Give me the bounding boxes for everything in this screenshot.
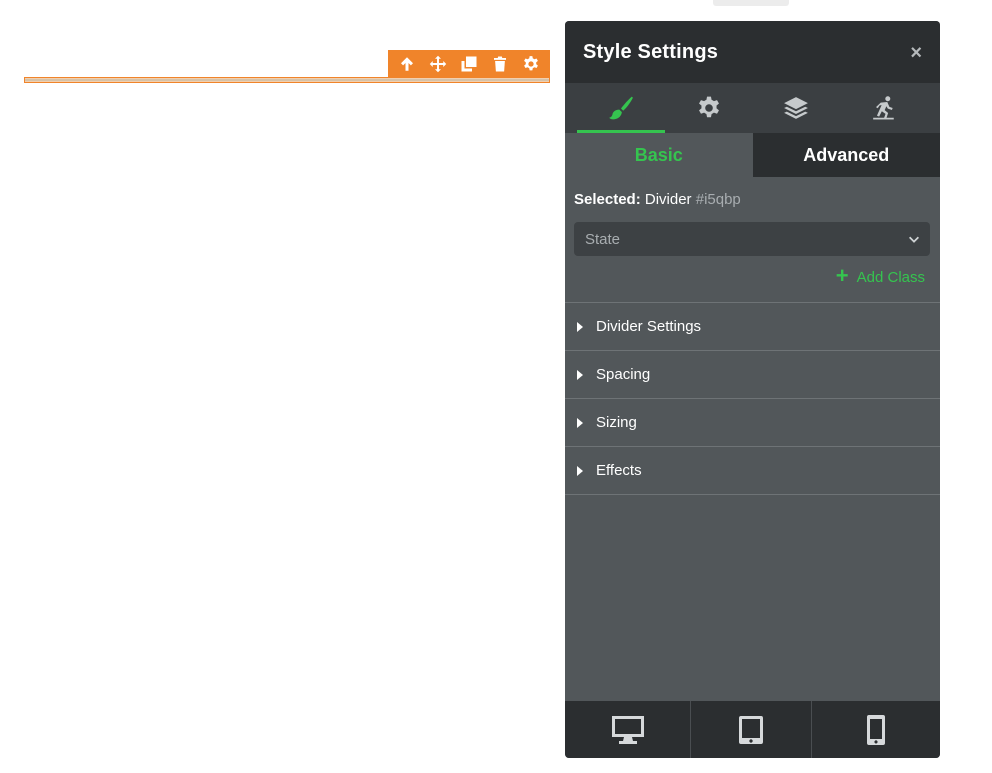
section-label: Sizing	[596, 414, 637, 431]
selected-label: Selected:	[574, 191, 641, 208]
device-tablet-button[interactable]	[691, 701, 812, 758]
trash-icon	[493, 56, 506, 72]
clone-button[interactable]	[456, 51, 482, 77]
tab-interactions[interactable]	[840, 83, 928, 133]
selected-component: Divider	[644, 191, 692, 208]
move-icon	[429, 55, 447, 73]
layers-icon	[784, 97, 809, 119]
gear-icon	[698, 96, 719, 118]
caret-right-icon	[577, 417, 583, 428]
caret-right-icon	[577, 369, 583, 380]
panel-header: Style Settings ×	[565, 21, 940, 83]
device-mobile-button[interactable]	[812, 701, 940, 758]
style-settings-panel: Style Settings × Basic Advanced Selected…	[565, 21, 940, 758]
editor-canvas[interactable]: Style Settings × Basic Advanced Selected…	[0, 0, 992, 773]
style-sections: Divider Settings Spacing Sizing Effects	[565, 302, 940, 495]
section-effects[interactable]: Effects	[565, 447, 940, 495]
move-button[interactable]	[425, 51, 451, 77]
subtab-advanced[interactable]: Advanced	[752, 133, 940, 177]
subtab-basic[interactable]: Basic	[565, 133, 753, 177]
caret-right-icon	[577, 465, 583, 476]
selected-divider[interactable]	[24, 77, 550, 83]
add-class-row: + Add Class	[565, 256, 940, 298]
selected-id: #i5qbp	[695, 191, 741, 208]
component-toolbar	[388, 50, 550, 78]
animation-icon	[873, 96, 894, 120]
section-label: Effects	[596, 462, 642, 479]
mobile-icon	[866, 714, 885, 745]
desktop-icon	[611, 715, 644, 744]
style-subtabs: Basic Advanced	[565, 133, 940, 177]
section-label: Spacing	[596, 366, 651, 383]
clone-icon	[461, 56, 477, 72]
select-parent-button[interactable]	[394, 51, 420, 77]
device-desktop-button[interactable]	[565, 701, 692, 758]
caret-right-icon	[577, 321, 583, 332]
chevron-down-icon	[909, 236, 919, 243]
panel-title: Style Settings	[583, 40, 719, 63]
add-class-button[interactable]: + Add Class	[835, 263, 925, 288]
tab-layers[interactable]	[753, 83, 841, 133]
section-spacing[interactable]: Spacing	[565, 351, 940, 399]
gear-icon	[523, 56, 538, 71]
paint-brush-icon	[608, 96, 633, 120]
close-button[interactable]: ×	[910, 43, 922, 63]
selected-info: Selected: Divider #i5qbp	[565, 177, 940, 211]
component-settings-button[interactable]	[518, 51, 544, 77]
tablet-icon	[739, 715, 763, 744]
add-class-label: Add Class	[856, 268, 925, 286]
state-value: State	[585, 230, 621, 248]
section-sizing[interactable]: Sizing	[565, 399, 940, 447]
section-divider-settings[interactable]: Divider Settings	[565, 303, 940, 351]
device-switcher	[565, 701, 940, 758]
state-dropdown[interactable]: State	[574, 222, 930, 256]
delete-button[interactable]	[487, 51, 513, 77]
panel-tabs	[565, 83, 940, 133]
section-label: Divider Settings	[596, 318, 702, 335]
tab-settings[interactable]	[665, 83, 753, 133]
plus-icon: +	[835, 263, 849, 288]
arrow-up-icon	[401, 57, 414, 71]
tab-style-manager[interactable]	[577, 83, 665, 133]
canvas-top-handle	[713, 0, 789, 6]
